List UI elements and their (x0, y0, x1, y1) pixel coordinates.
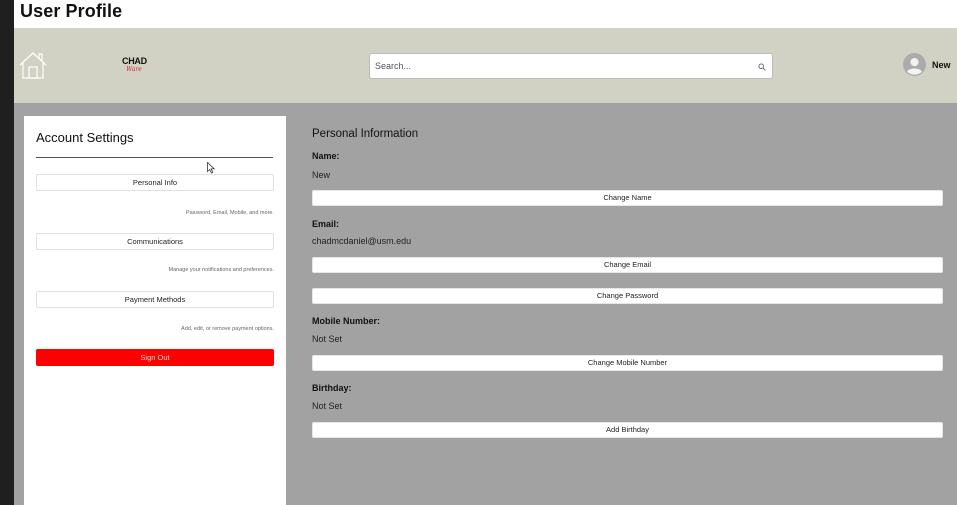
personal-info-button[interactable]: Personal Info (36, 174, 274, 191)
change-password-button[interactable]: Change Password (312, 288, 943, 304)
app-logo[interactable]: CHAD Ware (122, 56, 147, 77)
section-title: Personal Information (312, 128, 419, 140)
personal-information-panel: Personal Information Name: New Change Na… (312, 116, 952, 496)
communications-description: Manage your notifications and preference… (168, 267, 274, 273)
cursor-icon (207, 162, 215, 174)
email-label: Email: (312, 219, 340, 229)
name-value: New (312, 170, 331, 180)
name-label: Name: (312, 151, 340, 161)
birthday-label: Birthday: (312, 383, 352, 393)
app-window: User Profile CHAD Ware New Account (14, 0, 957, 505)
change-mobile-button[interactable]: Change Mobile Number (312, 355, 943, 371)
page-title: User Profile (20, 1, 123, 21)
search-bar[interactable] (369, 53, 773, 79)
top-header: CHAD Ware New (14, 28, 957, 103)
add-birthday-button[interactable]: Add Birthday (312, 422, 943, 438)
search-input[interactable] (375, 57, 745, 75)
home-icon[interactable] (18, 50, 48, 80)
personal-info-description: Password, Email, Mobile, and more. (185, 210, 274, 216)
avatar-icon[interactable] (903, 53, 926, 76)
sign-out-button[interactable]: Sign Out (36, 349, 274, 366)
payment-methods-button[interactable]: Payment Methods (36, 291, 274, 308)
communications-button[interactable]: Communications (36, 233, 274, 250)
account-settings-panel: Account Settings Personal Info Password,… (24, 116, 286, 505)
email-value: chadmcdaniel@usm.edu (312, 236, 412, 246)
title-bar: User Profile (14, 0, 957, 28)
logo-text-main: CHAD (122, 56, 147, 66)
change-email-button[interactable]: Change Email (312, 257, 943, 273)
divider (36, 157, 273, 158)
change-name-button[interactable]: Change Name (312, 190, 943, 206)
account-settings-heading: Account Settings (36, 130, 134, 145)
user-name[interactable]: New (932, 60, 951, 70)
birthday-value: Not Set (312, 401, 343, 411)
logo-text-sub: Ware (126, 66, 142, 73)
mobile-label: Mobile Number: (312, 316, 381, 326)
payment-methods-description: Add, edit, or remove payment options. (181, 326, 274, 332)
mobile-value: Not Set (312, 334, 343, 344)
search-icon[interactable] (758, 63, 766, 71)
